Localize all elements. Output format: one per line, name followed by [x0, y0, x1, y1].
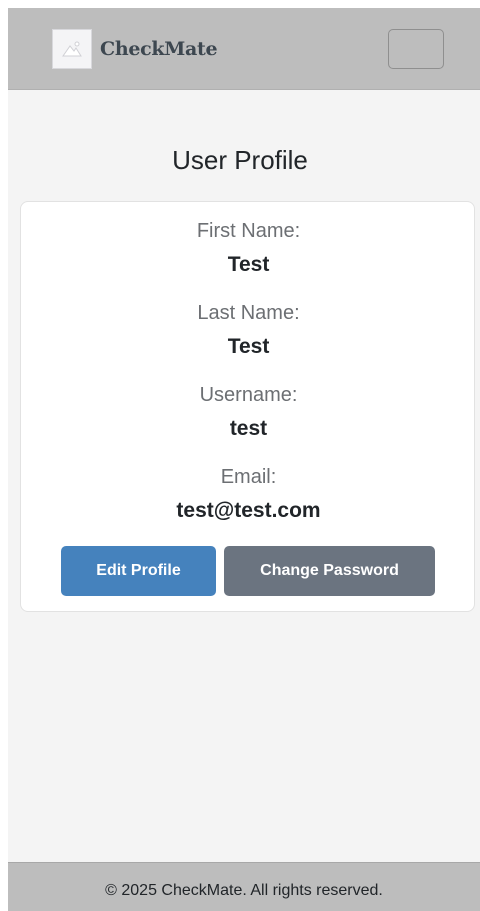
edit-profile-button[interactable]: Edit Profile	[61, 546, 216, 596]
first-name-value: Test	[227, 253, 270, 276]
last-name-value: Test	[227, 335, 270, 358]
brand-name[interactable]: CheckMate	[100, 37, 218, 61]
profile-card: First Name: Test Last Name: Test Usernam…	[20, 201, 475, 612]
page-title: User Profile	[172, 145, 308, 175]
footer: © 2025 CheckMate. All rights reserved.	[8, 862, 480, 911]
first-name-label: First Name:	[196, 220, 301, 242]
navbar-toggler-button[interactable]	[388, 29, 444, 69]
last-name-label: Last Name:	[197, 302, 300, 324]
username-label: Username:	[199, 384, 298, 406]
image-placeholder-icon-glyph	[62, 41, 82, 57]
copyright-text: © 2025 CheckMate. All rights reserved.	[105, 882, 383, 899]
username-value: test	[229, 417, 268, 440]
navbar: CheckMate	[8, 8, 480, 90]
change-password-button[interactable]: Change Password	[224, 546, 435, 596]
email-label: Email:	[220, 466, 277, 488]
app-frame: CheckMate User Profile First Name: Test …	[8, 8, 480, 911]
email-value: test@test.com	[176, 499, 321, 522]
image-placeholder-icon[interactable]	[52, 29, 92, 69]
